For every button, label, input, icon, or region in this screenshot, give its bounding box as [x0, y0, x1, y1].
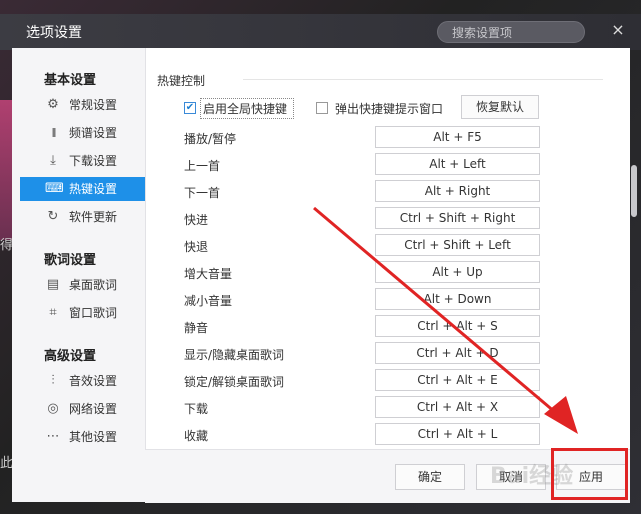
hotkey-field[interactable]: Ctrl + Alt + D [375, 342, 540, 364]
restore-default-button[interactable]: 恢复默认 [461, 95, 539, 119]
scrollbar[interactable] [631, 165, 637, 217]
hotkey-label: 锁定/解锁桌面歌词 [184, 375, 285, 389]
sidebar-item-label: 软件更新 [69, 210, 118, 224]
more-icon: ⋯ [46, 429, 60, 444]
keyboard-icon: ⌨ [45, 181, 64, 196]
popup-tip-checkbox[interactable] [316, 102, 328, 114]
sidebar-item-spectrum[interactable]: ||| 频谱设置 [20, 121, 145, 145]
sidebar-item-general[interactable]: ⚙ 常规设置 [20, 93, 145, 117]
search-input[interactable]: 搜索设置项 [437, 21, 585, 43]
sidebar-item-hotkeys[interactable]: ⌨ 热键设置 [20, 177, 145, 201]
gear-icon: ⚙ [47, 97, 59, 112]
hotkey-field[interactable]: Alt + Down [375, 288, 540, 310]
sidebar-item-label: 音效设置 [69, 374, 118, 388]
sidebar-section-lyrics: 歌词设置 [44, 253, 97, 268]
globe-icon: ◎ [47, 401, 59, 416]
hotkey-field[interactable]: Alt + Right [375, 180, 540, 202]
sidebar-item-window-lyrics[interactable]: ⌗ 窗口歌词 [20, 301, 145, 325]
annotation-highlight-box [551, 448, 628, 500]
sidebar-item-label: 频谱设置 [69, 126, 118, 140]
hotkey-label: 增大音量 [184, 267, 233, 281]
enable-global-checkbox[interactable]: ✔ [184, 102, 196, 114]
hotkey-field[interactable]: Alt + Up [375, 261, 540, 283]
hotkey-label: 上一首 [184, 159, 221, 173]
hotkey-field[interactable]: Alt + F5 [375, 126, 540, 148]
sidebar-item-label: 常规设置 [69, 98, 118, 112]
enable-global-label: 启用全局快捷键 [203, 102, 288, 116]
hotkey-label: 下一首 [184, 186, 221, 200]
sidebar-item-label: 网络设置 [69, 402, 118, 416]
divider [243, 79, 603, 80]
hotkey-label: 快进 [184, 213, 209, 227]
sidebar-section-advanced: 高级设置 [44, 349, 97, 364]
sidebar-item-sound-effects[interactable]: ⫶ 音效设置 [20, 369, 145, 393]
hotkey-label: 静音 [184, 321, 209, 335]
sidebar-item-update[interactable]: ↻ 软件更新 [20, 205, 145, 229]
close-icon[interactable]: × [610, 22, 626, 38]
equalizer-icon: ⫶ [51, 373, 55, 388]
popup-tip-label: 弹出快捷键提示窗口 [335, 102, 444, 116]
update-icon: ↻ [47, 209, 59, 224]
hotkey-label: 播放/暂停 [184, 132, 237, 146]
sidebar-item-label: 热键设置 [69, 182, 118, 196]
spectrum-icon: ||| [51, 128, 56, 138]
sidebar-item-download[interactable]: ⤓ 下载设置 [20, 149, 145, 173]
sidebar-item-other[interactable]: ⋯ 其他设置 [20, 425, 145, 449]
desktop-lyrics-icon: ▤ [46, 277, 60, 292]
download-icon: ⤓ [50, 153, 56, 168]
ok-button[interactable]: 确定 [395, 464, 465, 490]
window-lyrics-icon: ⌗ [49, 305, 57, 320]
hotkey-field[interactable]: Ctrl + Alt + X [375, 396, 540, 418]
sidebar-item-desktop-lyrics[interactable]: ▤ 桌面歌词 [20, 273, 145, 297]
section-title: 热键控制 [157, 74, 206, 88]
sidebar-item-label: 下载设置 [69, 154, 118, 168]
sidebar-section-basic: 基本设置 [44, 73, 97, 88]
sidebar-item-label: 桌面歌词 [69, 278, 118, 292]
sidebar-item-label: 窗口歌词 [69, 306, 118, 320]
hotkey-label: 减小音量 [184, 294, 233, 308]
hotkey-field[interactable]: Ctrl + Alt + S [375, 315, 540, 337]
window-title: 选项设置 [26, 25, 82, 41]
hotkey-label: 收藏 [184, 429, 209, 443]
hotkey-label: 显示/隐藏桌面歌词 [184, 348, 285, 362]
hotkey-field[interactable]: Ctrl + Alt + E [375, 369, 540, 391]
hotkey-label: 快退 [184, 240, 209, 254]
hotkey-field[interactable]: Ctrl + Shift + Right [375, 207, 540, 229]
sidebar-item-label: 其他设置 [69, 430, 118, 444]
hotkey-label: 下载 [184, 402, 209, 416]
sidebar-item-network[interactable]: ◎ 网络设置 [20, 397, 145, 421]
hotkey-field[interactable]: Ctrl + Shift + Left [375, 234, 540, 256]
hotkey-field[interactable]: Alt + Left [375, 153, 540, 175]
hotkey-field[interactable]: Ctrl + Alt + L [375, 423, 540, 445]
